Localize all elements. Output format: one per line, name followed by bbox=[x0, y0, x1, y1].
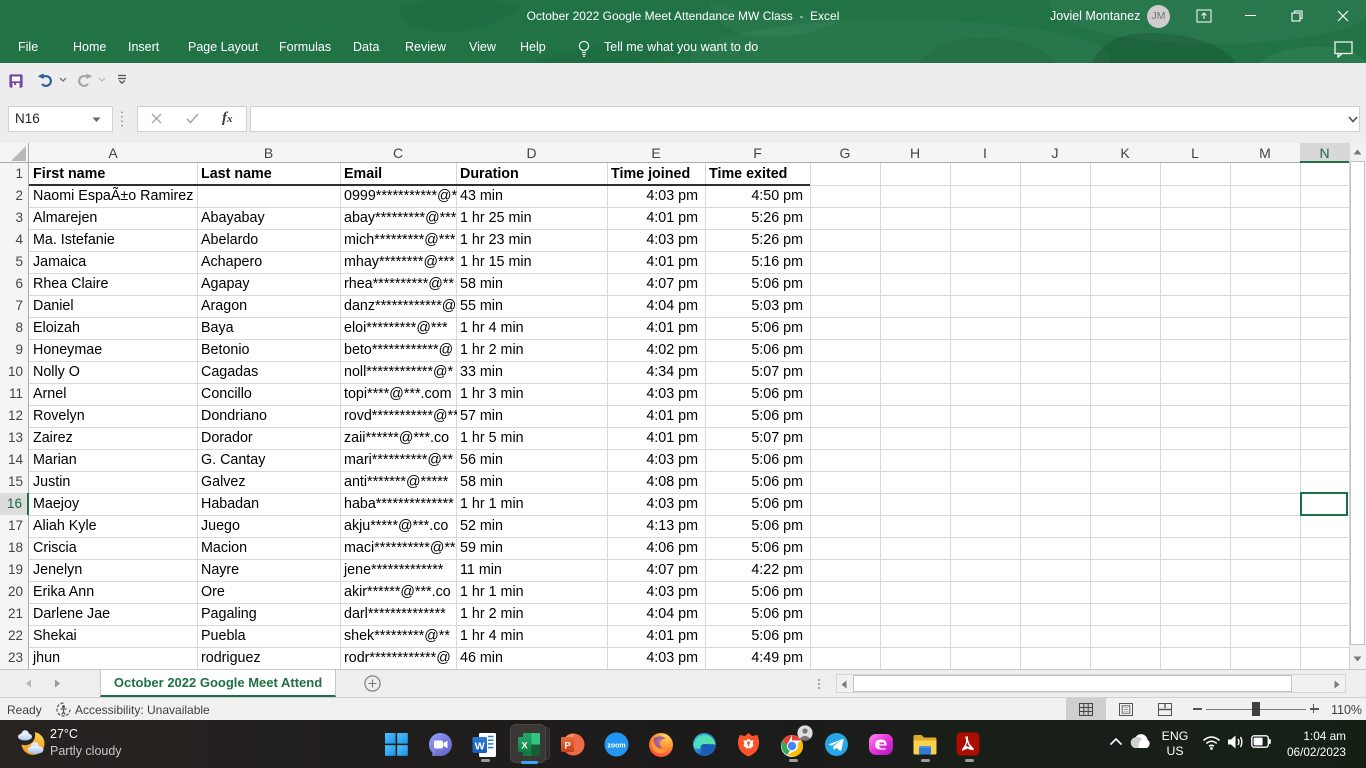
svg-text:X: X bbox=[521, 741, 528, 752]
svg-text:zoom: zoom bbox=[607, 743, 625, 750]
svg-text:P: P bbox=[564, 741, 571, 752]
svg-text:W: W bbox=[475, 740, 485, 752]
